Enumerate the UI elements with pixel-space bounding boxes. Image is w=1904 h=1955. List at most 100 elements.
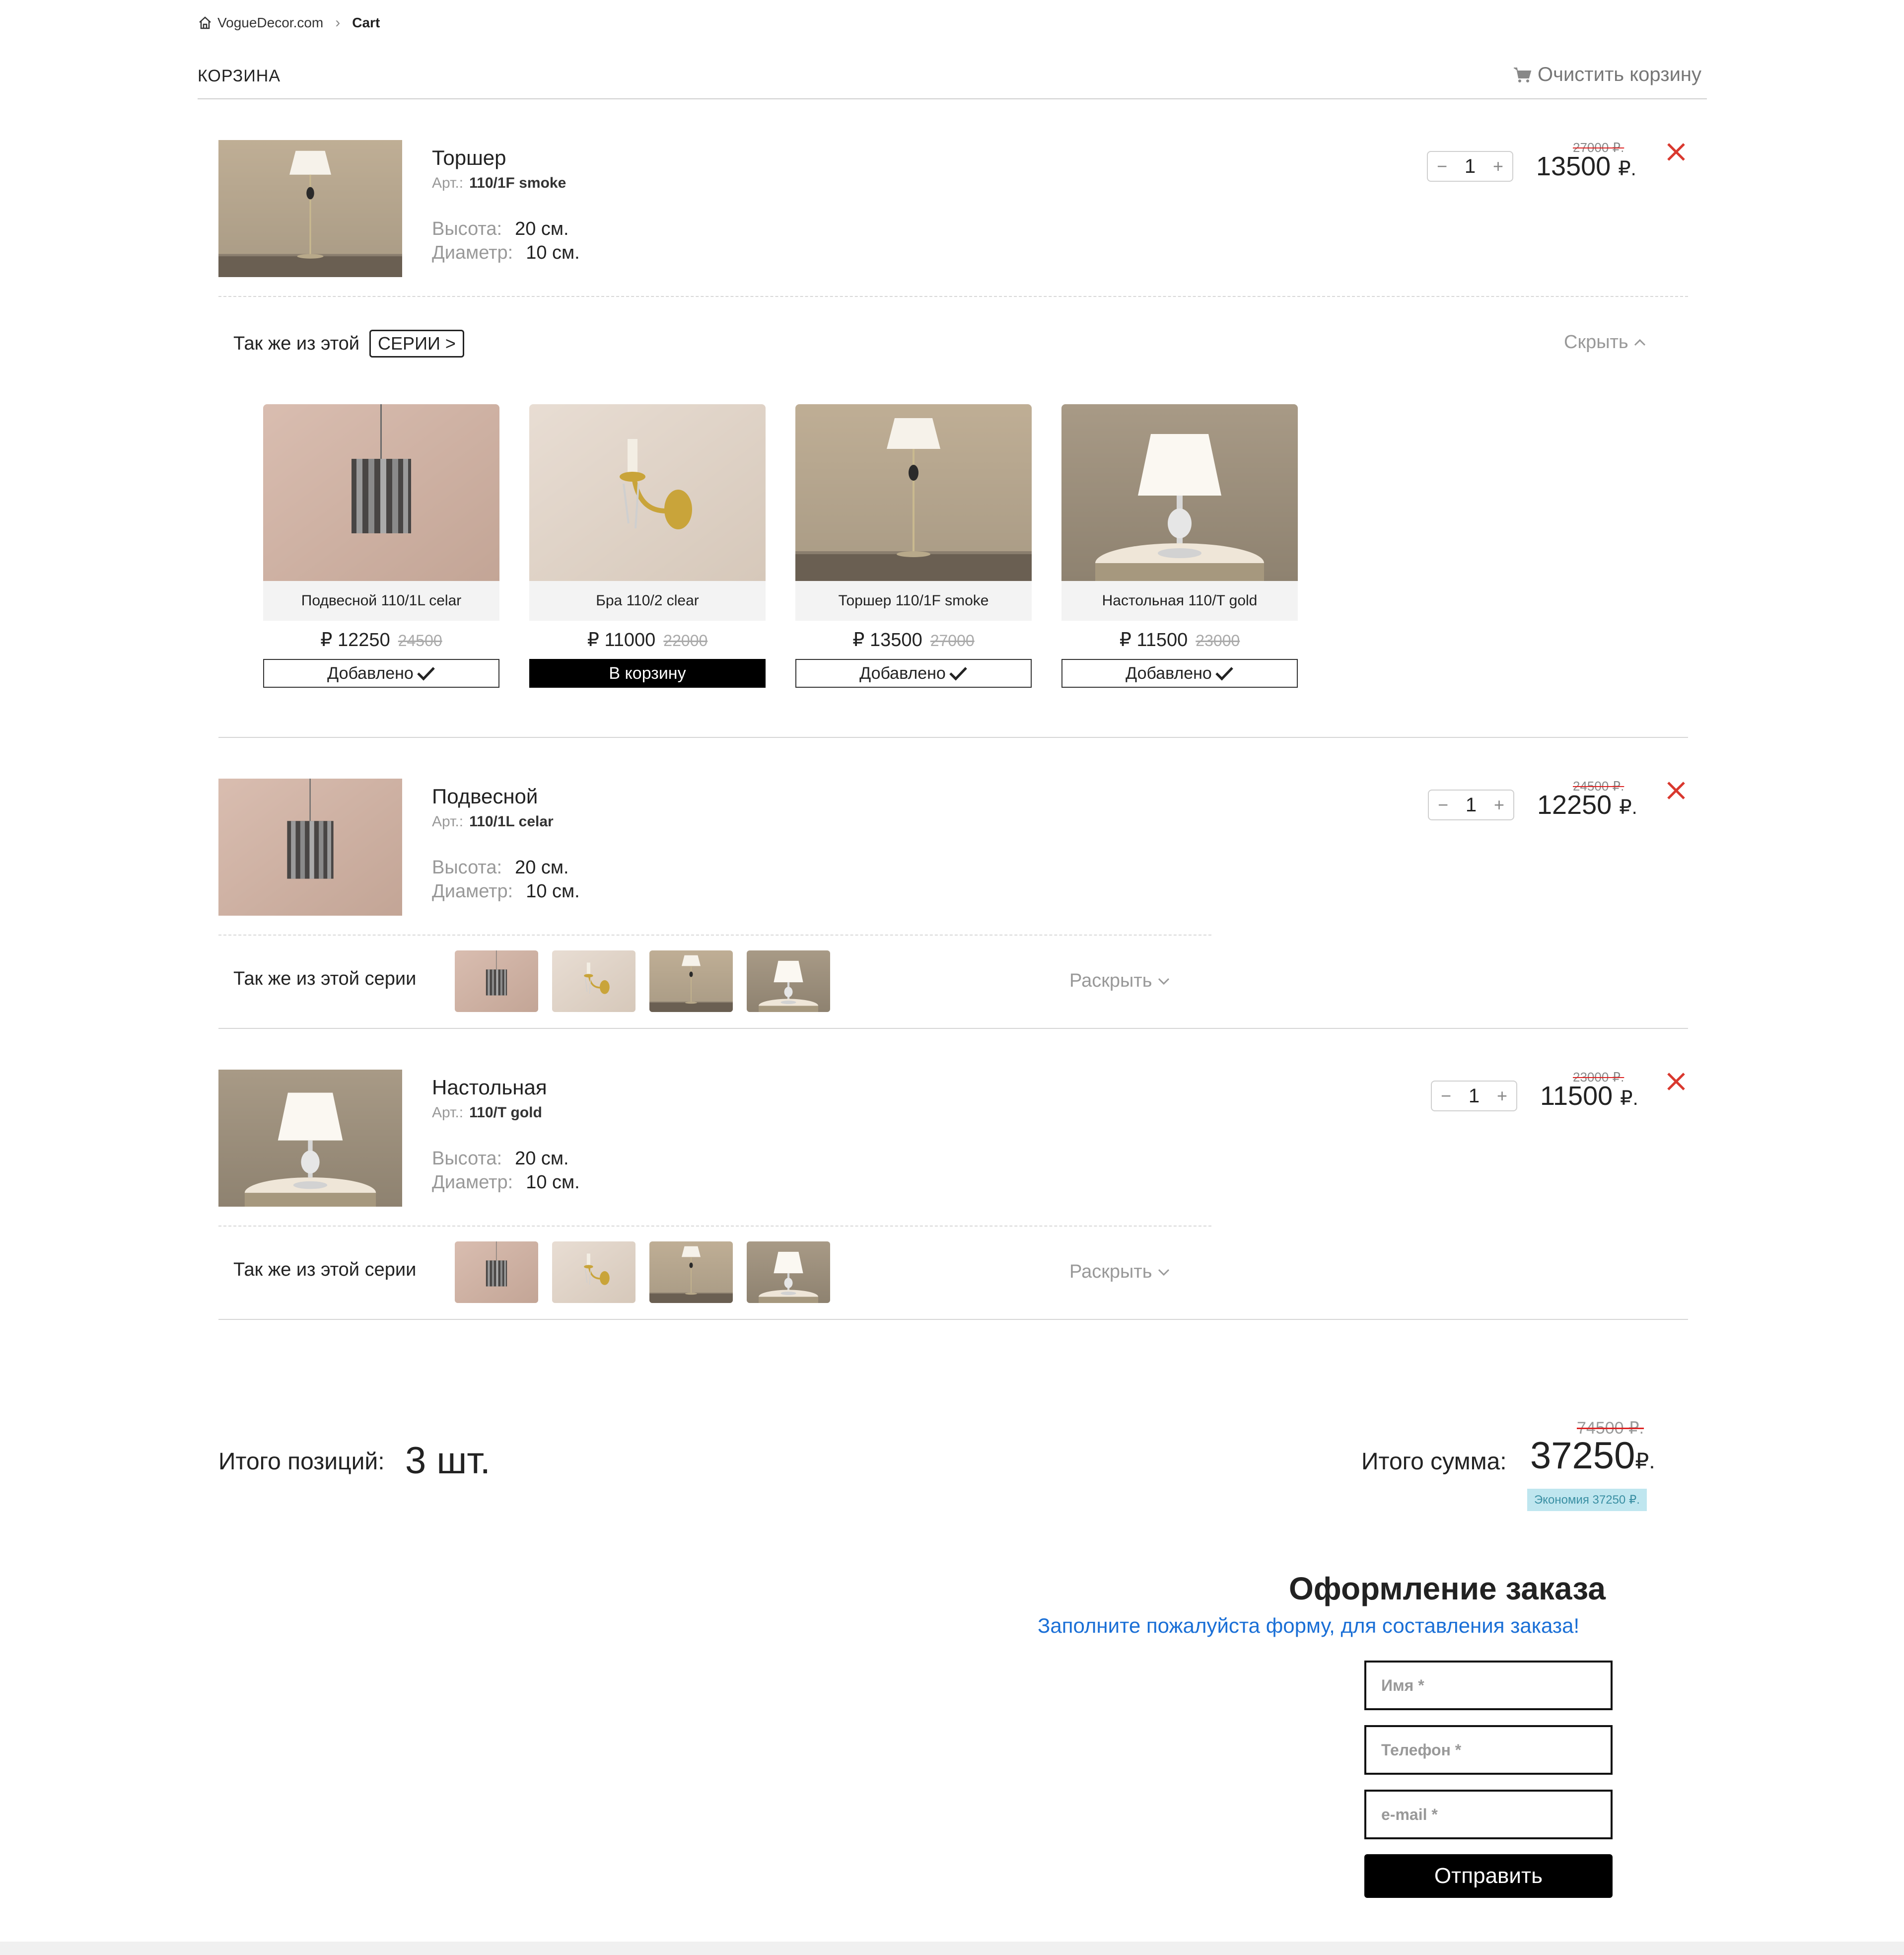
series-card-prices: ₽ 13500 27000 xyxy=(795,629,1032,651)
series-card-caption[interactable]: Настольная 110/T gold xyxy=(1061,581,1298,621)
series-thumbnail[interactable] xyxy=(649,950,733,1012)
cart-item-name[interactable]: Подвесной xyxy=(432,785,538,808)
series-thumbnail[interactable] xyxy=(649,1241,733,1303)
hide-series-toggle[interactable]: Скрыть xyxy=(1564,332,1646,353)
series-card-old-price: 27000 xyxy=(930,632,975,650)
series-thumbnail[interactable] xyxy=(747,1241,830,1303)
series-link-button[interactable]: СЕРИИ > xyxy=(369,330,464,358)
item-price: 13500 ₽. xyxy=(1536,151,1636,182)
check-icon xyxy=(949,666,968,681)
series-thumbnail[interactable] xyxy=(455,950,538,1012)
increment-button[interactable]: + xyxy=(1497,1086,1507,1106)
spec-height: Высота: 20 см. xyxy=(432,218,569,240)
email-field[interactable] xyxy=(1364,1790,1613,1839)
spec-diameter-label: Диаметр: xyxy=(432,881,513,902)
series-card: Бра 110/2 clear ₽ 11000 22000 В корзину xyxy=(529,404,766,688)
added-button[interactable]: Добавлено xyxy=(795,659,1032,688)
spec-diameter-value: 10 см. xyxy=(526,881,580,902)
cart-item-article: Арт.: 110/1F smoke xyxy=(432,175,566,192)
phone-field[interactable] xyxy=(1364,1725,1613,1775)
expand-series-toggle[interactable]: Раскрыть xyxy=(1069,1261,1170,1283)
spec-height-label: Высота: xyxy=(432,1148,502,1169)
product-image[interactable] xyxy=(218,140,402,277)
product-image[interactable] xyxy=(218,1070,402,1207)
check-icon xyxy=(1215,666,1234,681)
remove-item-icon[interactable] xyxy=(1665,141,1687,163)
series-card-caption[interactable]: Торшер 110/1F smoke xyxy=(795,581,1032,621)
add-to-cart-button[interactable]: В корзину xyxy=(529,659,766,688)
added-button[interactable]: Добавлено xyxy=(263,659,499,688)
series-thumbnail[interactable] xyxy=(747,950,830,1012)
decrement-button[interactable]: − xyxy=(1437,156,1447,177)
page-title: КОРЗИНА xyxy=(198,67,281,85)
cart-item-article: Арт.: 110/1L celar xyxy=(432,813,554,830)
series-card-image[interactable] xyxy=(795,404,1032,581)
series-card-caption[interactable]: Бра 110/2 clear xyxy=(529,581,766,621)
decrement-button[interactable]: − xyxy=(1438,795,1448,815)
item-price-value: 11500 xyxy=(1540,1081,1613,1111)
expand-series-label: Раскрыть xyxy=(1069,970,1152,991)
quantity-stepper[interactable]: − 1 + xyxy=(1431,1081,1517,1111)
increment-button[interactable]: + xyxy=(1494,795,1504,815)
name-field[interactable] xyxy=(1364,1661,1613,1710)
add-to-cart-label: В корзину xyxy=(609,663,686,683)
series-thumbnail[interactable] xyxy=(552,950,635,1012)
expand-series-toggle[interactable]: Раскрыть xyxy=(1069,970,1170,992)
submit-order-button[interactable]: Отправить xyxy=(1364,1854,1613,1898)
series-card-prices: ₽ 12250 24500 xyxy=(263,629,499,651)
added-button[interactable]: Добавлено xyxy=(1061,659,1298,688)
quantity-value: 1 xyxy=(1464,155,1476,177)
product-image[interactable] xyxy=(218,779,402,916)
cart-item-article: Арт.: 110/T gold xyxy=(432,1104,542,1121)
series-heading-label: Так же из этой xyxy=(233,333,360,354)
expand-series-label: Раскрыть xyxy=(1069,1261,1152,1282)
series-card-prices: ₽ 11000 22000 xyxy=(529,629,766,651)
series-card-price: ₽ 12250 xyxy=(320,630,390,651)
footer-strip xyxy=(0,1942,1904,1955)
quantity-stepper[interactable]: − 1 + xyxy=(1427,151,1513,182)
series-card-image[interactable] xyxy=(1061,404,1298,581)
spec-height-label: Высота: xyxy=(432,857,502,878)
breadcrumb-home-link[interactable]: VogueDecor.com xyxy=(217,15,323,31)
spec-diameter: Диаметр: 10 см. xyxy=(432,242,580,264)
series-card-image[interactable] xyxy=(263,404,499,581)
increment-button[interactable]: + xyxy=(1493,156,1503,177)
total-sum-label: Итого сумма: xyxy=(1361,1448,1507,1475)
decrement-button[interactable]: − xyxy=(1441,1086,1451,1106)
series-card-price: ₽ 11500 xyxy=(1119,630,1188,651)
clear-cart-label: Очистить корзину xyxy=(1538,64,1701,85)
item-divider xyxy=(218,296,1688,297)
series-card-old-price: 22000 xyxy=(663,632,708,650)
home-icon[interactable] xyxy=(198,15,212,30)
total-sum: 37250₽. xyxy=(1530,1434,1655,1477)
item-divider xyxy=(218,935,1211,936)
total-sum-currency: ₽. xyxy=(1635,1449,1655,1473)
spec-diameter-value: 10 см. xyxy=(526,242,580,263)
item-divider xyxy=(218,1226,1211,1227)
spec-diameter: Диаметр: 10 см. xyxy=(432,1172,580,1193)
quantity-value: 1 xyxy=(1465,794,1477,816)
series-thumbnail[interactable] xyxy=(552,1241,635,1303)
article-value: 110/1F smoke xyxy=(469,175,566,191)
article-value: 110/T gold xyxy=(469,1104,542,1121)
remove-item-icon[interactable] xyxy=(1665,780,1687,801)
quantity-stepper[interactable]: − 1 + xyxy=(1428,790,1514,820)
order-form-title: Оформление заказа xyxy=(1289,1571,1606,1606)
series-card-old-price: 24500 xyxy=(398,632,442,650)
chevron-right-icon: › xyxy=(335,14,341,31)
check-icon xyxy=(417,666,435,681)
series-thumbnail[interactable] xyxy=(455,1241,538,1303)
added-button-label: Добавлено xyxy=(327,663,414,683)
series-card-image[interactable] xyxy=(529,404,766,581)
item-separator xyxy=(218,1319,1688,1320)
cart-item-name[interactable]: Настольная xyxy=(432,1076,547,1099)
header-divider xyxy=(198,98,1707,99)
breadcrumb-current: Cart xyxy=(352,15,380,30)
remove-item-icon[interactable] xyxy=(1665,1071,1687,1092)
article-label: Арт.: xyxy=(432,1104,464,1121)
hide-series-label: Скрыть xyxy=(1564,332,1628,353)
clear-cart-button[interactable]: Очистить корзину xyxy=(1513,64,1701,86)
series-card-caption[interactable]: Подвесной 110/1L celar xyxy=(263,581,499,621)
cart-item-name[interactable]: Торшер xyxy=(432,146,506,170)
series-card-price: ₽ 13500 xyxy=(852,630,922,651)
